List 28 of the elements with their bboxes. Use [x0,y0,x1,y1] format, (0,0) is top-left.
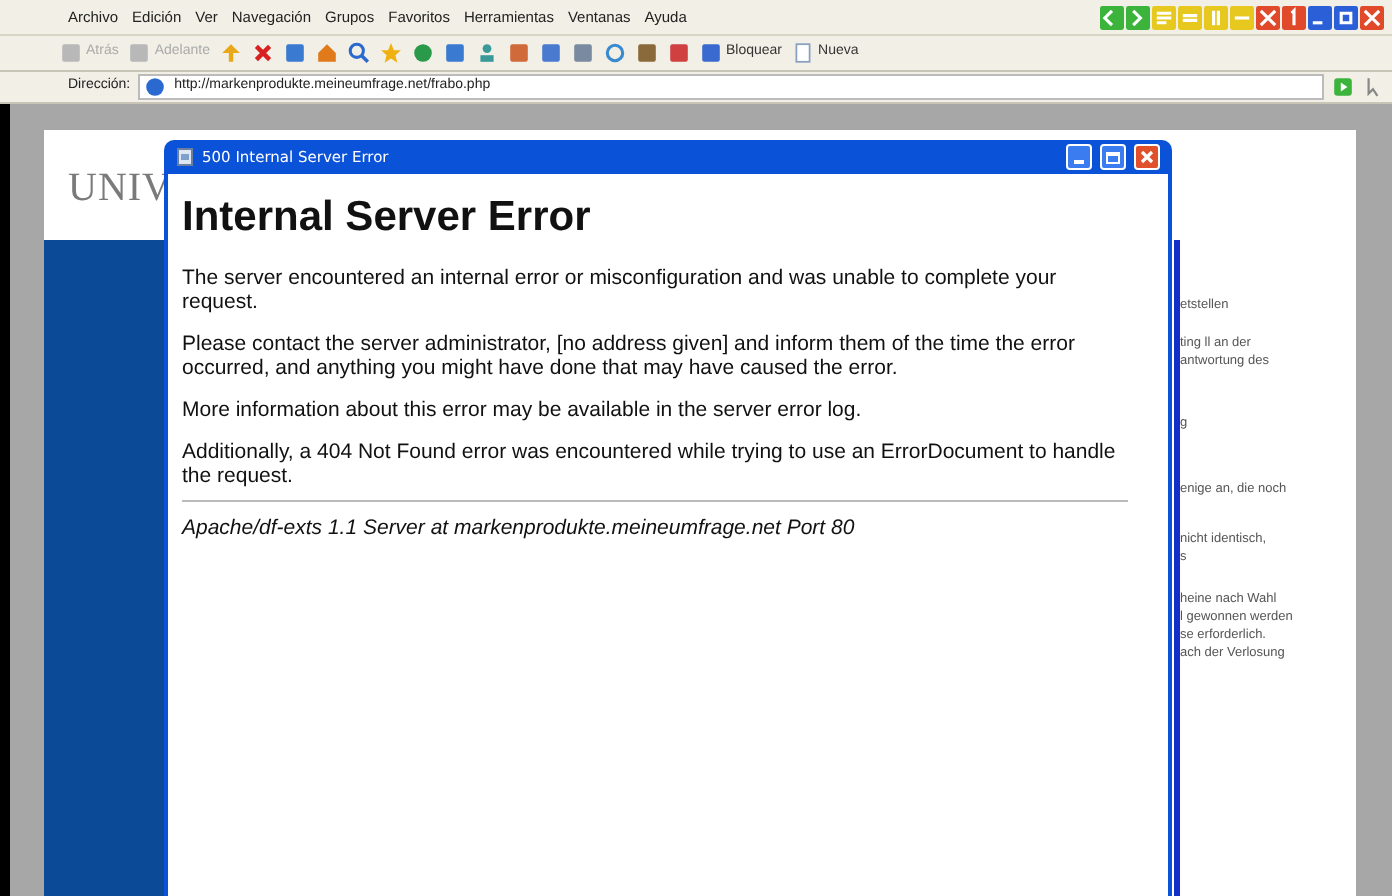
restore-icon[interactable] [1334,5,1358,29]
home-icon[interactable] [315,42,338,64]
server-signature: Apache/df-exts 1.1 Server at markenprodukte.meineumfrage.net Port 80 [182,513,857,543]
logo-text: UNIV [68,166,172,210]
maximize-button[interactable] [1100,144,1126,170]
page-icon [176,148,194,166]
minimize-button[interactable] [1066,144,1092,170]
x-icon [1140,150,1154,164]
go-button-icon[interactable] [1332,76,1354,98]
close-icon[interactable] [1360,5,1384,29]
globe-icon [144,76,167,98]
error-paragraph: More information about this error may be available in the server error log. [182,397,864,421]
people-icon[interactable] [475,42,498,64]
star-icon[interactable] [379,42,402,64]
minimize-icon[interactable] [1308,5,1332,29]
close-button[interactable] [1134,144,1160,170]
up-arrow-icon[interactable] [219,42,242,64]
page-icon[interactable] [792,42,815,64]
globe-icon[interactable] [411,42,434,64]
stop-icon[interactable] [251,42,274,64]
cursor-icon[interactable] [1362,76,1384,98]
error-paragraph: Please contact the server administrator, [no address given] and inform them of the time the error occurred, and anything you might have done that may have caused the error. [182,331,1077,379]
error-heading: Internal Server Error [182,192,593,244]
error-paragraph: Additionally, a 404 Not Found error was encountered while trying to use an ErrorDocument to handle the request. [182,439,1118,487]
error-paragraph: The server encountered an internal error or misconfiguration and was unable to complete your request. [182,265,1059,313]
refresh-icon[interactable] [603,42,626,64]
close-all-icon[interactable] [1256,5,1280,29]
search-icon[interactable] [347,42,370,64]
